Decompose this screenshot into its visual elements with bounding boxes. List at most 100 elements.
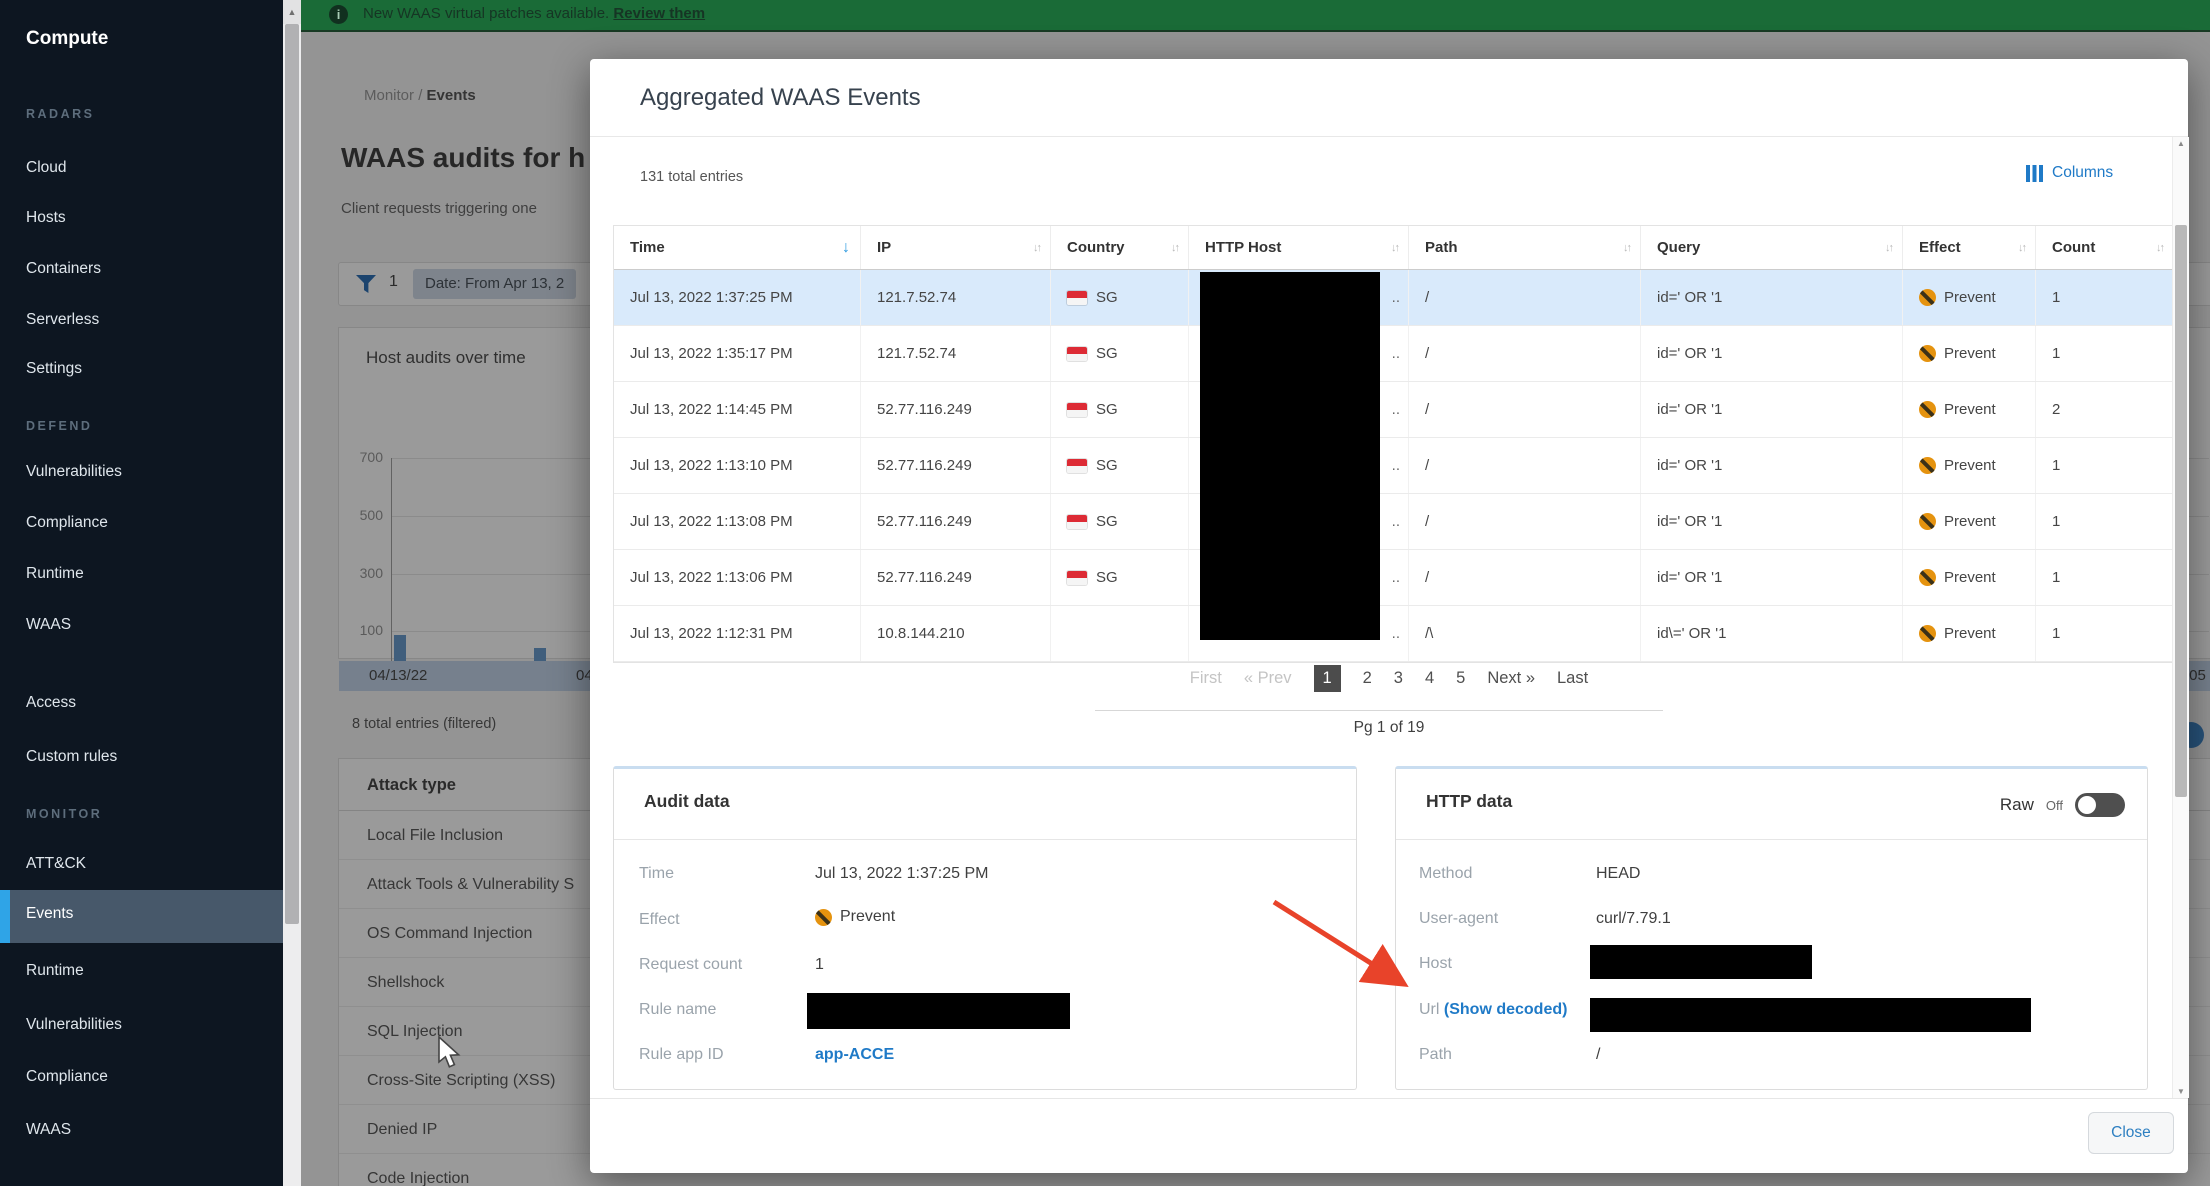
col-label: Country [1067, 239, 1125, 256]
sort-icon[interactable]: ↓↑ [1885, 242, 1892, 254]
rule-app-id-link[interactable]: app-ACCE [815, 1046, 894, 1064]
pagination-page-5[interactable]: 5 [1456, 669, 1465, 688]
col-header-time[interactable]: Time↓ [614, 226, 861, 269]
redaction-box-http-host [1200, 272, 1380, 640]
sort-icon[interactable]: ↓↑ [1623, 242, 1630, 254]
pagination-next[interactable]: Next » [1487, 669, 1535, 688]
sidebar-item-vulnerabilities-monitor[interactable]: Vulnerabilities [26, 1014, 122, 1036]
sidebar-item-vulnerabilities-defend[interactable]: Vulnerabilities [26, 461, 122, 483]
modal-scrollbar-thumb[interactable] [2175, 225, 2187, 797]
value-path: / [1596, 1046, 1600, 1064]
divider [590, 136, 2188, 137]
sidebar-item-hosts[interactable]: Hosts [26, 207, 66, 229]
columns-icon [2026, 165, 2043, 182]
cell-path: / [1409, 438, 1641, 493]
sidebar-item-settings[interactable]: Settings [26, 358, 82, 380]
prevent-icon [815, 909, 832, 926]
total-entries: 131 total entries [640, 169, 743, 185]
cell-query: id=' OR '1 [1641, 382, 1903, 437]
ellipsis: .. [1392, 625, 1400, 642]
col-header-http-host[interactable]: HTTP Host↓↑ [1189, 226, 1409, 269]
cell-time: Jul 13, 2022 1:13:08 PM [614, 494, 861, 549]
sidebar-item-attck[interactable]: ATT&CK [26, 853, 86, 875]
country-code: SG [1096, 569, 1118, 586]
show-decoded-link[interactable]: (Show decoded) [1444, 1001, 1568, 1018]
review-them-link[interactable]: Review them [613, 5, 705, 22]
sidebar-item-compliance-monitor[interactable]: Compliance [26, 1066, 108, 1088]
pagination-page-2[interactable]: 2 [1363, 669, 1372, 688]
sort-icon[interactable]: ↓↑ [1033, 242, 1040, 254]
sidebar-item-runtime-monitor[interactable]: Runtime [26, 960, 84, 982]
table-row[interactable]: Jul 13, 2022 1:13:08 PM 52.77.116.249 SG… [614, 494, 2173, 550]
effect-label: Prevent [1944, 401, 1996, 418]
sidebar-item-runtime-defend[interactable]: Runtime [26, 563, 84, 585]
col-header-ip[interactable]: IP ↓↑ [861, 226, 1051, 269]
country-code: SG [1096, 401, 1118, 418]
sidebar-item-serverless[interactable]: Serverless [26, 309, 99, 331]
cell-time: Jul 13, 2022 1:12:31 PM [614, 606, 861, 661]
country-code: SG [1096, 457, 1118, 474]
sidebar-item-custom-rules[interactable]: Custom rules [26, 746, 117, 768]
table-row[interactable]: Jul 13, 2022 1:35:17 PM 121.7.52.74 SG .… [614, 326, 2173, 382]
modal-scrollbar[interactable]: ▲ ▼ [2172, 137, 2189, 1098]
close-button[interactable]: Close [2088, 1112, 2174, 1154]
cell-country: SG [1051, 270, 1189, 325]
sidebar-section-defend: DEFEND [26, 419, 92, 433]
pagination-page-4[interactable]: 4 [1425, 669, 1434, 688]
sidebar-item-waas-defend[interactable]: WAAS [26, 614, 71, 636]
col-header-count[interactable]: Count↓↑ [2036, 226, 2173, 269]
cell-time: Jul 13, 2022 1:14:45 PM [614, 382, 861, 437]
sidebar-item-events-label: Events [26, 905, 73, 923]
pagination-last[interactable]: Last [1557, 669, 1588, 688]
sidebar-scrollbar-thumb[interactable] [285, 24, 299, 924]
col-header-path[interactable]: Path↓↑ [1409, 226, 1641, 269]
sort-icon[interactable]: ↓↑ [2156, 242, 2163, 254]
cell-country: SG [1051, 494, 1189, 549]
col-header-query[interactable]: Query↓↑ [1641, 226, 1903, 269]
mouse-cursor [437, 1036, 463, 1070]
sort-icon[interactable]: ↓↑ [1171, 242, 1178, 254]
page-summary: Pg 1 of 19 [590, 719, 2188, 737]
pagination-prev[interactable]: « Prev [1244, 669, 1292, 688]
sort-desc-icon[interactable]: ↓ [842, 239, 850, 257]
col-header-country[interactable]: Country ↓↑ [1051, 226, 1189, 269]
sort-icon[interactable]: ↓↑ [1391, 242, 1398, 254]
notification-banner: i New WAAS virtual patches available. Re… [301, 0, 2210, 32]
col-header-effect[interactable]: Effect↓↑ [1903, 226, 2036, 269]
sidebar-item-waas-monitor[interactable]: WAAS [26, 1119, 71, 1141]
sidebar-item-cloud[interactable]: Cloud [26, 157, 67, 179]
col-label: IP [877, 239, 891, 256]
cell-query: id\=' OR '1 [1641, 606, 1903, 661]
prevent-icon [1919, 569, 1936, 586]
pagination-page-1-active[interactable]: 1 [1314, 665, 1341, 692]
prevent-icon [1919, 457, 1936, 474]
label-time: Time [639, 865, 674, 883]
label-url: Url (Show decoded) [1419, 1001, 1567, 1019]
scroll-up-icon[interactable]: ▲ [283, 0, 301, 24]
info-icon: i [329, 5, 348, 24]
scroll-up-icon[interactable]: ▲ [2173, 139, 2189, 148]
table-row[interactable]: Jul 13, 2022 1:13:06 PM 52.77.116.249 SG… [614, 550, 2173, 606]
sort-icon[interactable]: ↓↑ [2018, 242, 2025, 254]
sidebar-item-events-active[interactable]: Events [0, 890, 283, 943]
pagination-first[interactable]: First [1190, 669, 1222, 688]
sidebar-item-containers[interactable]: Containers [26, 258, 101, 280]
raw-toggle[interactable] [2075, 793, 2125, 817]
effect-label: Prevent [1944, 569, 1996, 586]
table-row[interactable]: Jul 13, 2022 1:14:45 PM 52.77.116.249 SG… [614, 382, 2173, 438]
cell-time: Jul 13, 2022 1:13:10 PM [614, 438, 861, 493]
pagination-page-3[interactable]: 3 [1394, 669, 1403, 688]
sidebar-item-access[interactable]: Access [26, 692, 76, 714]
cell-count: 1 [2036, 270, 2173, 325]
sidebar-item-compliance-defend[interactable]: Compliance [26, 512, 108, 534]
sidebar-scrollbar[interactable]: ▲ [283, 0, 301, 1186]
table-row[interactable]: Jul 13, 2022 1:37:25 PM 121.7.52.74 SG .… [614, 270, 2173, 326]
columns-button[interactable]: Columns [2026, 164, 2113, 182]
sg-flag-icon [1067, 347, 1087, 361]
table-row[interactable]: Jul 13, 2022 1:13:10 PM 52.77.116.249 SG… [614, 438, 2173, 494]
scroll-down-icon[interactable]: ▼ [2173, 1087, 2189, 1096]
country-code: SG [1096, 513, 1118, 530]
cell-query: id=' OR '1 [1641, 550, 1903, 605]
cell-count: 1 [2036, 606, 2173, 661]
table-row[interactable]: Jul 13, 2022 1:12:31 PM 10.8.144.210 .. … [614, 606, 2173, 662]
